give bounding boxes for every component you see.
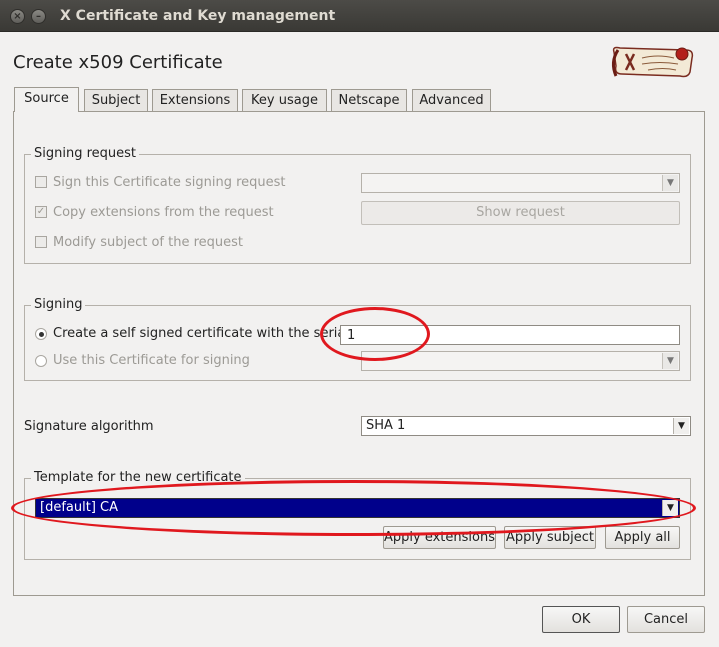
ok-button[interactable]: OK <box>542 606 620 633</box>
signing-legend: Signing <box>31 297 86 312</box>
use-cert-label: Use this Certificate for signing <box>53 353 250 368</box>
show-request-button[interactable]: Show request <box>361 201 680 225</box>
tab-source[interactable]: Source <box>14 87 79 112</box>
minimize-icon[interactable]: – <box>31 9 46 24</box>
tab-extensions[interactable]: Extensions <box>152 89 238 111</box>
signature-algorithm-select[interactable]: SHA 1 ▼ <box>361 416 691 436</box>
xca-logo <box>611 46 694 78</box>
use-cert-radio[interactable] <box>35 355 47 367</box>
self-signed-label: Create a self signed certificate with th… <box>53 326 346 341</box>
dropdown-arrow-icon: ▼ <box>662 353 678 369</box>
modify-subject-checkbox[interactable] <box>35 236 47 248</box>
tab-advanced[interactable]: Advanced <box>412 89 491 111</box>
signing-request-legend: Signing request <box>31 146 140 161</box>
page-title: Create x509 Certificate <box>13 52 223 73</box>
dropdown-arrow-icon: ▼ <box>673 418 689 434</box>
self-signed-radio[interactable] <box>35 328 47 340</box>
apply-all-button[interactable]: Apply all <box>605 526 680 549</box>
signature-algorithm-label: Signature algorithm <box>24 419 154 434</box>
window-titlebar: × – X Certificate and Key management <box>0 0 719 32</box>
window-title: X Certificate and Key management <box>60 8 336 24</box>
tab-subject[interactable]: Subject <box>84 89 148 111</box>
signature-algorithm-value: SHA 1 <box>366 418 406 433</box>
check-icon: ✓ <box>36 206 46 217</box>
copy-extensions-checkbox[interactable]: ✓ <box>35 206 47 218</box>
copy-extensions-label: Copy extensions from the request <box>53 205 274 220</box>
dropdown-arrow-icon: ▼ <box>662 175 678 191</box>
sign-csr-checkbox[interactable] <box>35 176 47 188</box>
close-icon[interactable]: × <box>10 9 25 24</box>
annotation-circle-template <box>11 480 696 536</box>
sign-csr-label: Sign this Certificate signing request <box>53 175 286 190</box>
modify-subject-label: Modify subject of the request <box>53 235 244 250</box>
tab-netscape[interactable]: Netscape <box>331 89 407 111</box>
tab-key-usage[interactable]: Key usage <box>242 89 327 111</box>
annotation-circle-serial <box>320 307 430 361</box>
csr-select[interactable]: ▼ <box>361 173 680 193</box>
cancel-button[interactable]: Cancel <box>627 606 705 633</box>
